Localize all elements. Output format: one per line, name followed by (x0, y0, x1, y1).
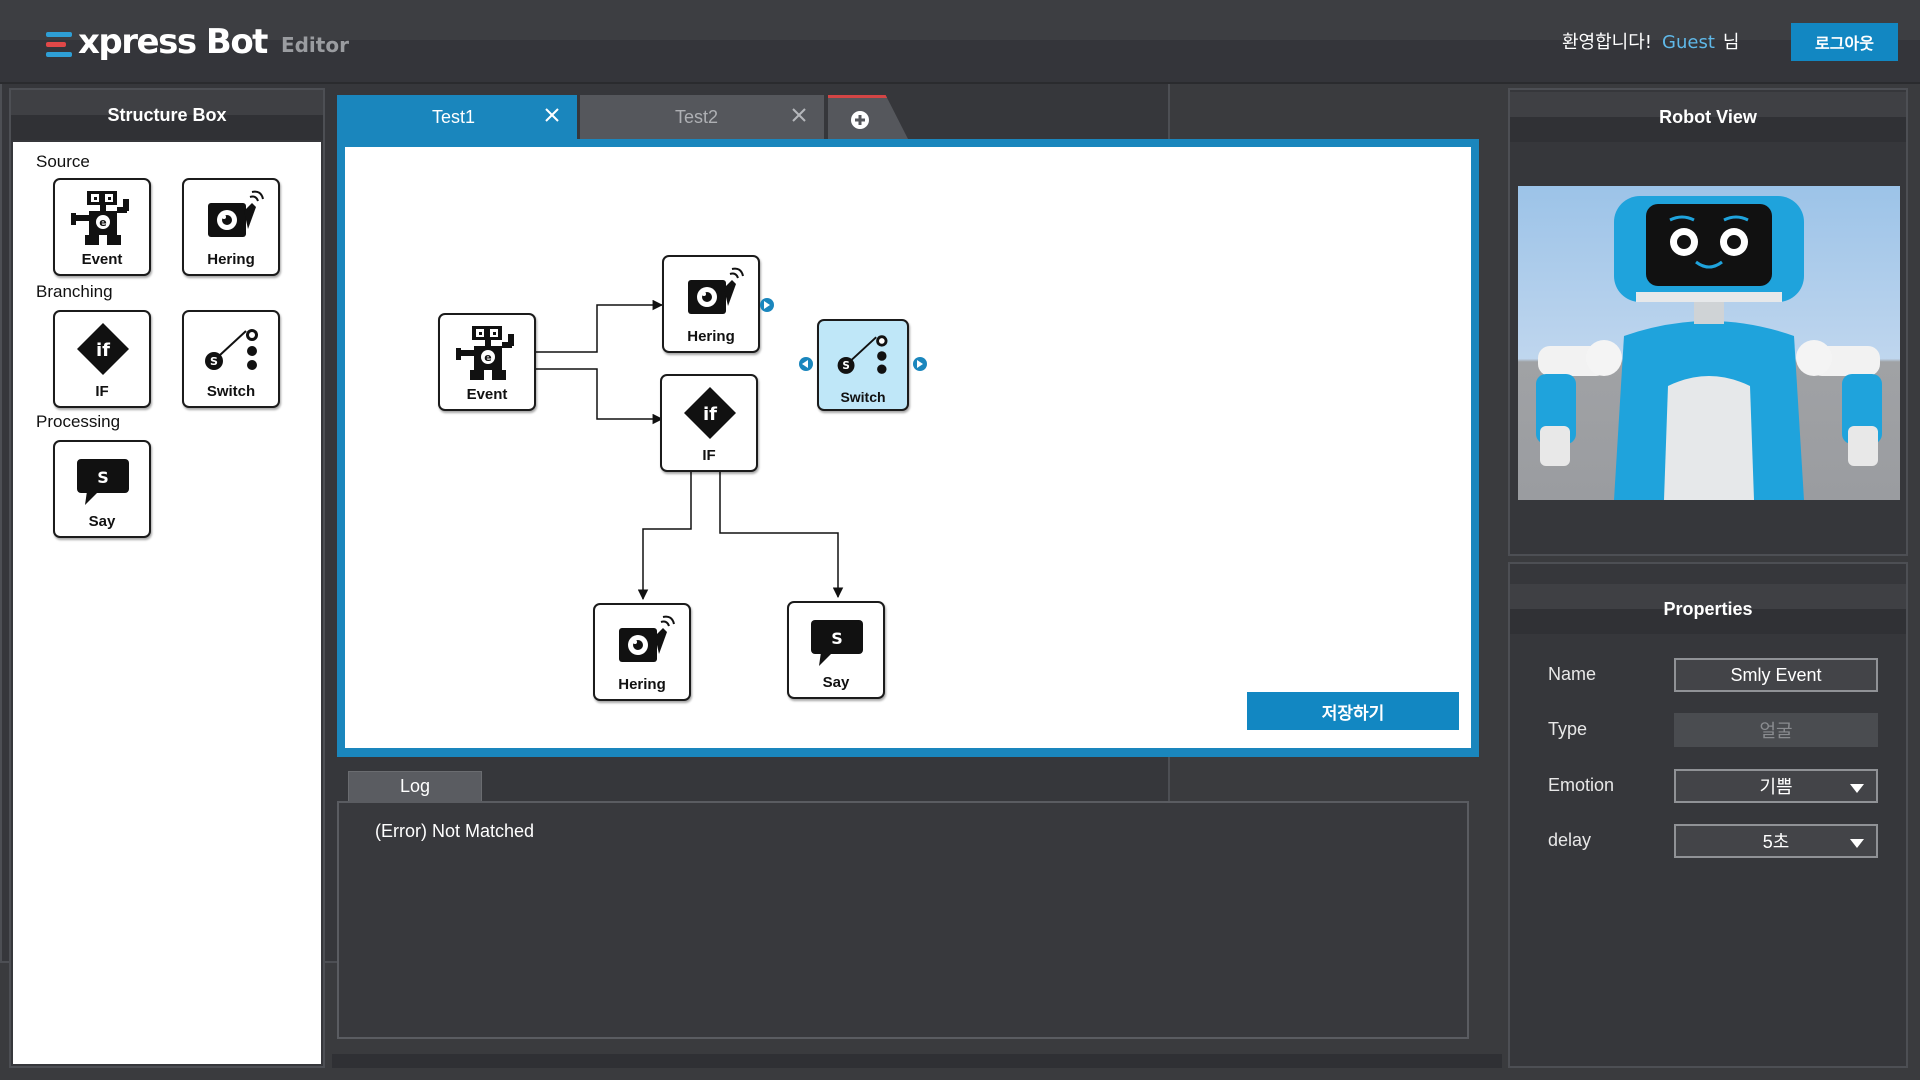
robot-event-icon (69, 189, 137, 249)
category-label-branching: Branching (36, 282, 113, 301)
emotion-select-value: 기쁨 (1759, 777, 1793, 797)
output-port[interactable] (913, 357, 927, 371)
close-tab-icon[interactable] (543, 106, 561, 124)
welcome-prefix: 환영합니다! (1562, 32, 1653, 53)
logout-button[interactable]: 로그아웃 (1791, 23, 1898, 61)
tab-test1[interactable]: Test1 (337, 95, 577, 139)
category-label-processing: Processing (36, 412, 121, 431)
block-label: IF (95, 383, 109, 400)
editor-bottom-bar (332, 1054, 1502, 1068)
prop-row-emotion: Emotion 기쁨 (1548, 769, 1878, 803)
flow-connections (535, 282, 844, 601)
block-label: Hering (207, 251, 255, 268)
speech-bubble-icon (69, 451, 137, 511)
speech-bubble-icon (803, 612, 871, 672)
node-label: IF (702, 447, 716, 464)
app-header: xpress Bot Editor 환영합니다! Guest 님 로그아웃 (0, 0, 1920, 84)
canvas-node-event[interactable]: Event (438, 313, 536, 411)
log-output: (Error) Not Matched (337, 801, 1469, 1039)
if-diamond-icon (69, 321, 137, 381)
delay-select-value: 5초 (1762, 832, 1790, 852)
prop-row-name: Name Smly Event (1548, 658, 1878, 692)
connection-if-say (719, 469, 844, 599)
structure-box-title: Structure Box (11, 90, 323, 140)
type-field: 얼굴 (1674, 713, 1878, 747)
prop-row-delay: delay 5초 (1548, 824, 1878, 858)
node-label: Switch (840, 389, 886, 405)
tab-label: Test1 (432, 107, 476, 127)
canvas-node-hering-2[interactable]: Hering (593, 603, 691, 701)
app-logo: xpress Bot Editor (46, 18, 349, 62)
save-button[interactable]: 저장하기 (1247, 692, 1459, 730)
camera-hearing-icon (678, 266, 746, 326)
welcome-suffix: 님 (1722, 32, 1740, 53)
palette-block-event[interactable]: Event (53, 178, 151, 276)
tab-label: Test2 (675, 107, 719, 127)
node-label: Say (822, 674, 850, 691)
block-label: Switch (206, 383, 256, 400)
robot-view-panel: Robot View (1508, 88, 1908, 556)
close-tab-icon[interactable] (790, 106, 808, 124)
camera-hearing-icon (198, 189, 266, 249)
logo-text: xpress Bot (78, 22, 268, 62)
block-label: Say (88, 513, 116, 530)
properties-panel: Properties Name Smly Event Type 얼굴 Emoti… (1508, 562, 1908, 1068)
structure-box-panel: Structure Box Source Event Hering Branch… (9, 88, 325, 1068)
prop-label-type: Type (1548, 719, 1588, 739)
robot-illustration (1536, 196, 1882, 500)
if-diamond-icon (676, 385, 744, 445)
type-field-value: 얼굴 (1759, 721, 1793, 741)
log-line: (Error) Not Matched (375, 821, 535, 841)
tab-test2[interactable]: Test2 (580, 95, 824, 139)
palette-block-if[interactable]: IF (53, 310, 151, 408)
robot-event-icon (454, 324, 522, 384)
switch-icon (831, 327, 895, 385)
robot-preview-image[interactable] (1518, 186, 1900, 500)
node-label: Event (466, 386, 508, 403)
category-label-source: Source (36, 152, 90, 171)
structure-box-body: Source Event Hering Branching IF Switch … (13, 142, 321, 1064)
output-port[interactable] (760, 298, 774, 312)
canvas-node-hering[interactable]: Hering (662, 255, 760, 353)
node-label: Hering (687, 328, 735, 345)
flow-canvas[interactable]: Event Hering IF Switch Hering Say 저장하기 (345, 147, 1471, 748)
user-name: Guest (1662, 32, 1715, 53)
connection-if-hering (637, 469, 692, 601)
connection-event-if (535, 368, 664, 425)
robot-view-title: Robot View (1510, 92, 1906, 142)
name-field-value: Smly Event (1730, 664, 1822, 685)
canvas-node-if[interactable]: IF (660, 374, 758, 472)
name-field[interactable]: Smly Event (1674, 658, 1878, 692)
prop-label-name: Name (1548, 664, 1597, 684)
emotion-select[interactable]: 기쁨 (1674, 769, 1878, 803)
prop-label-emotion: Emotion (1548, 775, 1615, 795)
prop-label-delay: delay (1548, 830, 1592, 850)
prop-row-type: Type 얼굴 (1548, 713, 1878, 747)
dropdown-arrow-icon (1850, 839, 1864, 848)
block-label: Event (81, 251, 123, 268)
dropdown-arrow-icon (1850, 784, 1864, 793)
connection-event-hering (535, 299, 664, 353)
canvas-node-say[interactable]: Say (787, 601, 885, 699)
node-label: Hering (618, 676, 666, 693)
delay-select[interactable]: 5초 (1674, 824, 1878, 858)
switch-icon (198, 321, 266, 381)
welcome-message: 환영합니다! Guest 님 (1562, 28, 1739, 54)
log-tab[interactable]: Log (348, 771, 482, 801)
camera-hearing-icon (609, 614, 677, 674)
palette-block-hering[interactable]: Hering (182, 178, 280, 276)
properties-title: Properties (1510, 584, 1906, 634)
plus-circle-icon (851, 111, 869, 129)
palette-block-say[interactable]: Say (53, 440, 151, 538)
canvas-node-switch[interactable]: Switch (817, 319, 909, 411)
flow-canvas-frame: Event Hering IF Switch Hering Say 저장하기 (337, 139, 1479, 757)
input-port[interactable] (799, 357, 813, 371)
logo-e-mark-icon (46, 24, 76, 62)
palette-block-switch[interactable]: Switch (182, 310, 280, 408)
logo-subtitle: Editor (280, 33, 349, 57)
